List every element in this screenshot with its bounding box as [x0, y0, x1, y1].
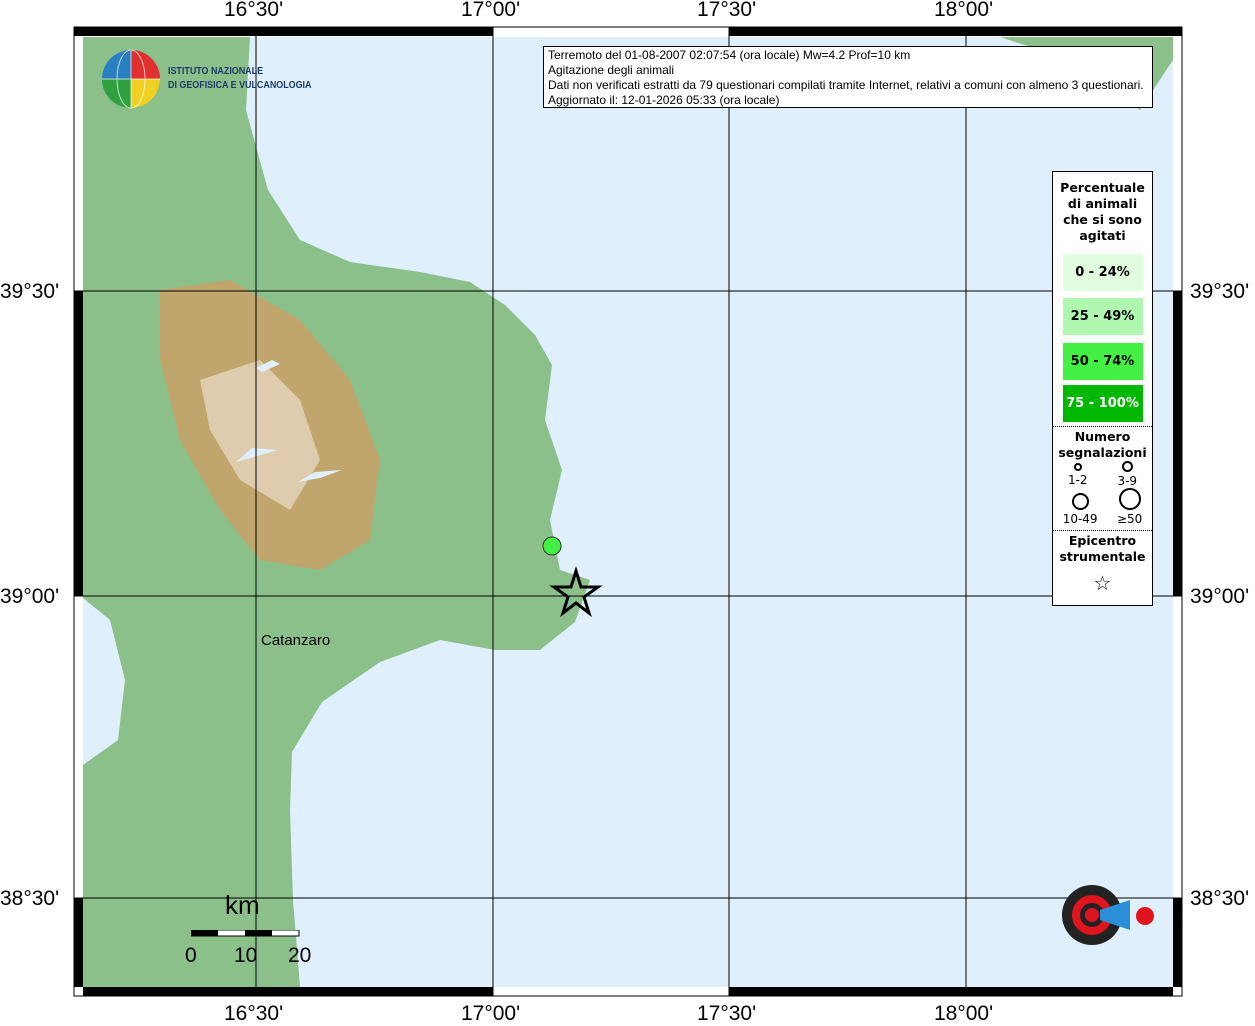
- legend-class-3: 75 - 100%: [1062, 385, 1143, 422]
- lat-tick-right: 38°30': [1190, 887, 1250, 910]
- legend-class-1: 25 - 49%: [1062, 298, 1143, 335]
- epicenter-title: Epicentro strumentale: [1059, 533, 1146, 564]
- lon-tick-top: 18°00': [934, 0, 994, 21]
- legend-class-0: 0 - 24%: [1062, 254, 1143, 291]
- lon-tick-top: 17°00': [461, 0, 521, 21]
- circle-small-icon: [1073, 463, 1082, 471]
- lon-tick-top: 16°30': [224, 0, 284, 21]
- lat-tick-left: 39°00': [0, 585, 60, 608]
- update-time: Aggiornato il: 12-01-2026 05:33 (ora loc…: [548, 93, 780, 107]
- ingv-logo-text: ISTITUTO NAZIONALE DI GEOFISICA E VULCANO…: [168, 65, 312, 91]
- circle-xlarge-icon: [1118, 488, 1141, 510]
- event-title: Terremoto del 01-08-2007 02:07:54 (ora l…: [548, 48, 911, 62]
- ingv-globe-icon: [102, 49, 160, 109]
- lon-tick-bottom: 17°30': [697, 1002, 757, 1025]
- lat-tick-left: 38°30': [0, 887, 60, 910]
- city-label-catanzaro: Catanzaro: [261, 632, 331, 649]
- count-title: Numero segnalazioni: [1058, 429, 1147, 460]
- star-icon: ☆: [1093, 571, 1112, 595]
- circle-medium-icon: [1121, 461, 1133, 472]
- report-point[interactable]: [542, 536, 562, 556]
- event-info-box: Terremoto del 01-08-2007 02:07:54 (ora l…: [543, 46, 1153, 108]
- legend: Percentuale di animali che si sono agita…: [1052, 171, 1153, 606]
- lat-tick-left: 39°30': [0, 280, 60, 303]
- lat-tick-right: 39°00': [1190, 585, 1250, 608]
- lon-tick-top: 17°30': [697, 0, 757, 21]
- circle-large-icon: [1071, 493, 1089, 510]
- legend-class-2: 50 - 74%: [1062, 343, 1143, 380]
- lon-tick-bottom: 18°00': [934, 1002, 994, 1025]
- data-note: Dati non verificati estratti da 79 quest…: [548, 78, 1144, 92]
- legend-title: Percentuale di animali che si sono agita…: [1060, 180, 1145, 243]
- map-subject: Agitazione degli animali: [548, 63, 675, 77]
- lat-tick-right: 39°30': [1190, 280, 1250, 303]
- lon-tick-bottom: 17°00': [461, 1002, 521, 1025]
- lon-tick-bottom: 16°30': [224, 1002, 284, 1025]
